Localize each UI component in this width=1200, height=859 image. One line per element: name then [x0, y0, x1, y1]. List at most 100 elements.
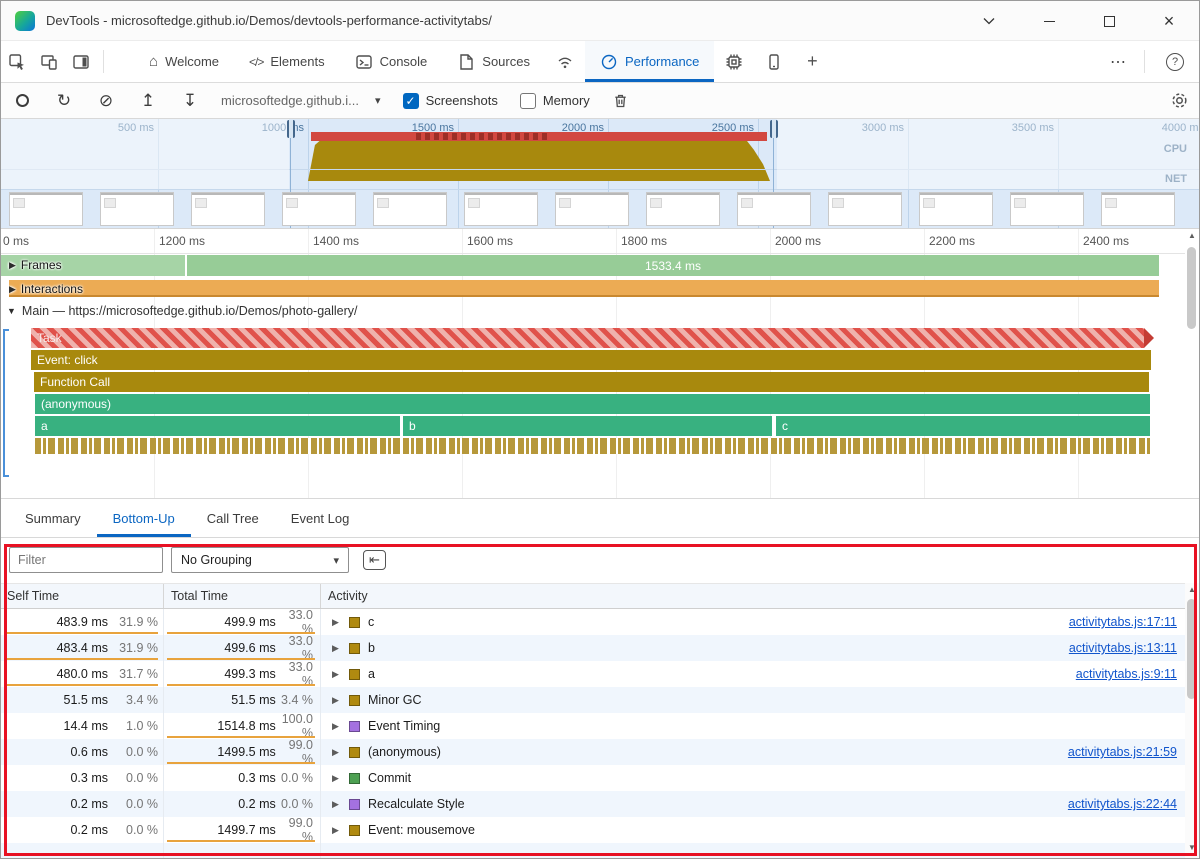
- tab-console[interactable]: Console: [340, 41, 443, 82]
- source-link[interactable]: activitytabs.js:9:11: [1076, 667, 1177, 681]
- tab-summary[interactable]: Summary: [9, 499, 97, 537]
- inspect-button[interactable]: [1, 41, 33, 82]
- help-button[interactable]: ?: [1151, 41, 1199, 82]
- flame-bar-a[interactable]: a: [35, 416, 400, 436]
- column-header-activity[interactable]: Activity: [321, 589, 1185, 603]
- tab-sources[interactable]: Sources: [442, 41, 545, 82]
- filmstrip-frame[interactable]: [555, 192, 629, 226]
- filmstrip-frame[interactable]: [919, 192, 993, 226]
- expand-triangle-icon[interactable]: ▶: [332, 825, 341, 836]
- expand-triangle-icon[interactable]: ▶: [332, 643, 341, 654]
- flame-micro-tasks[interactable]: [35, 438, 1150, 454]
- flame-bar-event-click[interactable]: Event: click: [31, 350, 1151, 370]
- heaviest-stack-button[interactable]: ⇤: [363, 550, 386, 570]
- tab-welcome[interactable]: ⌂ Welcome: [134, 41, 234, 82]
- flame-chart-scrollbar[interactable]: ▲: [1185, 231, 1199, 496]
- selection-handle-right[interactable]: [770, 120, 778, 138]
- scroll-down-icon[interactable]: ▼: [1185, 843, 1199, 852]
- table-row[interactable]: 0.6 ms 0.0 % 1499.5 ms 99.0 % ▶ (anonymous…: [1, 738, 1185, 766]
- table-row[interactable]: 483.9 ms 31.9 % 499.9 ms 33.0 % ▶ c activi…: [1, 609, 1185, 636]
- tab-elements[interactable]: </> Elements: [234, 41, 340, 82]
- screenshots-label[interactable]: Screenshots: [426, 93, 498, 108]
- memory-inspector-button[interactable]: [714, 41, 754, 82]
- main-track-header[interactable]: ▼ Main — https://microsoftedge.github.io…: [7, 304, 358, 318]
- table-row[interactable]: 0.2 ms 0.0 % 1499.7 ms 99.0 % ▶ Event: mou…: [1, 816, 1185, 844]
- more-options-button[interactable]: ⋯: [1098, 41, 1138, 82]
- page-selector[interactable]: microsoftedge.github.i...: [221, 93, 359, 108]
- filmstrip-frame[interactable]: [191, 192, 265, 226]
- flame-chart[interactable]: 0 ms 1200 ms 1400 ms 1600 ms 1800 ms 2000 ms 2…: [1, 229, 1199, 498]
- table-row[interactable]: 0.2 ms 0.0 % 0.2 ms 0.0 % ▶ Recalculate St…: [1, 791, 1185, 817]
- memory-checkbox[interactable]: [519, 92, 536, 109]
- record-and-reload-button[interactable]: ↻: [43, 91, 85, 111]
- frame-bar-long[interactable]: 1533.4 ms: [187, 255, 1159, 276]
- table-row[interactable]: 51.5 ms 3.4 % 51.5 ms 3.4 % ▶ Minor GC: [1, 687, 1185, 713]
- filmstrip-frame[interactable]: [828, 192, 902, 226]
- filmstrip-frame[interactable]: [464, 192, 538, 226]
- filmstrip-frame[interactable]: [646, 192, 720, 226]
- frames-track-header[interactable]: ▶ Frames: [9, 258, 62, 272]
- flame-bar-c[interactable]: c: [776, 416, 1150, 436]
- scroll-up-icon[interactable]: ▲: [1185, 585, 1199, 594]
- filmstrip-frame[interactable]: [737, 192, 811, 226]
- table-row[interactable]: 483.4 ms 31.9 % 499.6 ms 33.0 % ▶ b activi…: [1, 634, 1185, 662]
- expand-triangle-icon[interactable]: ▶: [332, 695, 341, 706]
- tab-performance[interactable]: Performance: [584, 41, 715, 82]
- interactions-bar[interactable]: [9, 280, 1159, 297]
- selection-handle-left[interactable]: [287, 120, 295, 138]
- expand-triangle-icon[interactable]: ▶: [332, 773, 341, 784]
- record-button[interactable]: [1, 94, 43, 107]
- close-button[interactable]: ×: [1139, 1, 1199, 41]
- flame-bar-anonymous[interactable]: (anonymous): [35, 394, 1150, 414]
- filmstrip-frame[interactable]: [9, 192, 83, 226]
- column-header-self-time[interactable]: Self Time: [1, 584, 164, 608]
- source-link[interactable]: activitytabs.js:22:44: [1068, 797, 1177, 811]
- filter-input[interactable]: [9, 547, 163, 573]
- source-link[interactable]: activitytabs.js:21:59: [1068, 745, 1177, 759]
- grouping-select[interactable]: No Grouping ▾: [171, 547, 349, 573]
- maximize-button[interactable]: [1079, 1, 1139, 41]
- delete-recording-button[interactable]: [612, 92, 629, 110]
- source-link[interactable]: activitytabs.js:17:11: [1069, 615, 1177, 629]
- page-selector-caret-icon[interactable]: ▾: [375, 94, 381, 107]
- scrollbar-thumb[interactable]: [1187, 247, 1196, 329]
- expand-triangle-icon[interactable]: ▶: [332, 721, 341, 732]
- flame-bar-b[interactable]: b: [403, 416, 772, 436]
- tab-event-log[interactable]: Event Log: [275, 499, 366, 537]
- interactions-track-header[interactable]: ▶ Interactions: [9, 282, 83, 296]
- tab-bottom-up[interactable]: Bottom-Up: [97, 499, 191, 537]
- device-emulation-button[interactable]: [33, 41, 65, 82]
- filmstrip-frame[interactable]: [373, 192, 447, 226]
- load-profile-button[interactable]: ↥: [127, 91, 169, 111]
- tab-call-tree[interactable]: Call Tree: [191, 499, 275, 537]
- capture-settings-button[interactable]: [1170, 91, 1189, 110]
- expand-triangle-icon[interactable]: ▶: [332, 669, 341, 680]
- table-row[interactable]: 14.4 ms 1.0 % 1514.8 ms 100.0 % ▶ Event Ti…: [1, 712, 1185, 740]
- focus-mode-button[interactable]: [65, 41, 97, 82]
- scroll-up-icon[interactable]: ▲: [1185, 231, 1199, 240]
- filmstrip-frame[interactable]: [100, 192, 174, 226]
- flame-bar-task[interactable]: Task: [31, 328, 1144, 348]
- expand-triangle-icon[interactable]: ▶: [332, 799, 341, 810]
- dock-chevron-button[interactable]: [959, 1, 1019, 41]
- network-conditions-button[interactable]: [545, 41, 585, 82]
- grid-scrollbar[interactable]: ▲ ▼: [1185, 583, 1199, 858]
- flame-bar-function-call[interactable]: Function Call: [34, 372, 1149, 392]
- source-link[interactable]: activitytabs.js:13:11: [1069, 641, 1177, 655]
- add-tools-button[interactable]: +: [794, 41, 830, 82]
- expand-triangle-icon[interactable]: ▶: [332, 617, 341, 628]
- clear-recording-button[interactable]: ⊘: [85, 91, 127, 111]
- column-header-total-time[interactable]: Total Time: [164, 584, 321, 608]
- table-row[interactable]: ▶: [1, 843, 1185, 858]
- filmstrip-frame[interactable]: [1010, 192, 1084, 226]
- device-toolbar-button[interactable]: [754, 41, 794, 82]
- memory-label[interactable]: Memory: [543, 93, 590, 108]
- filmstrip-frame[interactable]: [1101, 192, 1175, 226]
- timeline-overview[interactable]: 500 ms 1000 ms 1500 ms 2000 ms 2500 ms 3000 m…: [1, 119, 1199, 229]
- expand-triangle-icon[interactable]: ▶: [332, 747, 341, 758]
- save-profile-button[interactable]: ↧: [169, 91, 211, 111]
- table-row[interactable]: 0.3 ms 0.0 % 0.3 ms 0.0 % ▶ Commit: [1, 765, 1185, 791]
- screenshots-checkbox[interactable]: ✓: [402, 92, 419, 109]
- scrollbar-thumb[interactable]: [1187, 599, 1196, 699]
- table-row[interactable]: 480.0 ms 31.7 % 499.3 ms 33.0 % ▶ a activi…: [1, 660, 1185, 688]
